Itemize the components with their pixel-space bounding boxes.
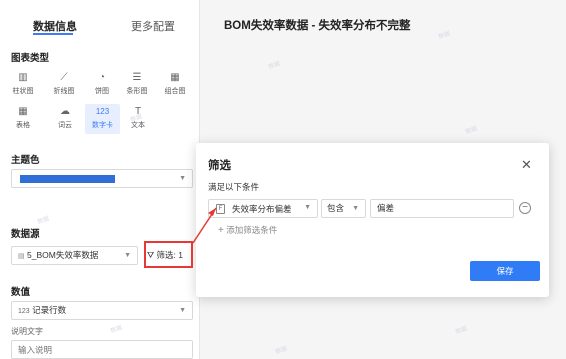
config-sidebar: 数据信息 更多配置 图表类型 ▥ 柱状图 ⟋ 折线图 ◔ 饼图 ☰ 条形图 ▦ … [0, 0, 200, 359]
filter-value-text: 偏差 [377, 203, 395, 213]
watermark: 数据 [267, 61, 282, 71]
chevron-down-icon: ▼ [124, 252, 131, 259]
description-label: 说明文字 [11, 327, 43, 336]
theme-color-picker[interactable]: ▼ [11, 169, 193, 188]
database-icon: ▤ [18, 253, 25, 260]
add-condition-button[interactable]: + 添加筛选条件 [218, 224, 277, 236]
active-tab-indicator [33, 33, 73, 35]
add-condition-label: 添加筛选条件 [226, 225, 278, 235]
chart-type-line[interactable]: ⟋ 折线图 [50, 70, 78, 100]
filter-operator-value: 包含 [327, 203, 345, 213]
theme-color-swatch [20, 175, 115, 183]
number-icon: 123 [18, 308, 30, 315]
watermark: 数据 [464, 126, 479, 136]
close-icon[interactable]: ✕ [521, 157, 532, 173]
save-button[interactable]: 保存 [470, 261, 540, 281]
numeric-select[interactable]: 123 记录行数 ▼ [11, 301, 193, 320]
filter-value-input[interactable]: 偏差 [370, 199, 514, 218]
theme-color-title: 主题色 [11, 155, 40, 166]
number-card-icon: 123 [95, 107, 110, 116]
chart-type-title: 图表类型 [11, 53, 50, 64]
pie-chart-icon: ◔ [98, 72, 106, 83]
dialog-title: 筛选 [208, 160, 231, 172]
datasource-title: 数据源 [11, 229, 40, 240]
tab-more-config[interactable]: 更多配置 [131, 18, 175, 34]
filter-dialog: 筛选 ✕ 满足以下条件 F 失效率分布偏差 ▼ 包含 ▼ 偏差 − + 添加筛选… [196, 143, 549, 297]
chevron-down-icon: ▼ [179, 307, 186, 314]
bar-chart-icon: ▥ [18, 72, 28, 83]
combo-chart-icon: ▦ [170, 72, 180, 83]
annotation-highlight-box [144, 241, 193, 268]
word-cloud-icon: ☁ [60, 106, 70, 117]
tab-data-info[interactable]: 数据信息 [33, 18, 77, 34]
chevron-down-icon: ▼ [352, 205, 359, 212]
table-icon: ▦ [18, 106, 28, 117]
filter-field-value: 失效率分布偏差 [232, 204, 292, 214]
chart-type-combo[interactable]: ▦ 组合图 [161, 70, 189, 100]
filter-operator-select[interactable]: 包含 ▼ [321, 199, 366, 218]
chart-type-number-card[interactable]: 123 数字卡 [85, 104, 120, 134]
field-type-icon: F [216, 204, 225, 214]
line-chart-icon: ⟋ [60, 72, 68, 83]
filter-field-select[interactable]: F 失效率分布偏差 ▼ [208, 199, 318, 218]
datasource-value: 5_BOM失效率数据 [27, 250, 99, 260]
condition-hint: 满足以下条件 [208, 182, 260, 192]
watermark: 数据 [454, 326, 469, 336]
chart-type-horizontal-bar[interactable]: ☰ 条形图 [123, 70, 151, 100]
chart-type-pie[interactable]: ◔ 饼图 [88, 70, 116, 100]
page-title: BOM失效率数据 - 失效率分布不完整 [224, 20, 411, 32]
remove-condition-icon[interactable]: − [519, 202, 531, 214]
horizontal-bar-icon: ☰ [132, 72, 142, 83]
watermark: 数据 [274, 346, 289, 356]
chevron-down-icon: ▼ [179, 175, 186, 182]
sidebar-tabs: 数据信息 更多配置 [0, 0, 200, 40]
chart-type-table[interactable]: ▦ 表格 [9, 104, 37, 134]
description-input[interactable] [11, 340, 193, 359]
numeric-value: 记录行数 [32, 305, 67, 315]
chevron-down-icon: ▼ [304, 204, 311, 211]
numeric-title: 数值 [11, 287, 31, 298]
watermark: 数据 [437, 31, 452, 41]
chart-type-bar[interactable]: ▥ 柱状图 [9, 70, 37, 100]
plus-icon: + [218, 225, 224, 236]
datasource-select[interactable]: ▤ 5_BOM失效率数据 ▼ [11, 246, 138, 265]
chart-type-word-cloud[interactable]: ☁ 词云 [51, 104, 79, 134]
